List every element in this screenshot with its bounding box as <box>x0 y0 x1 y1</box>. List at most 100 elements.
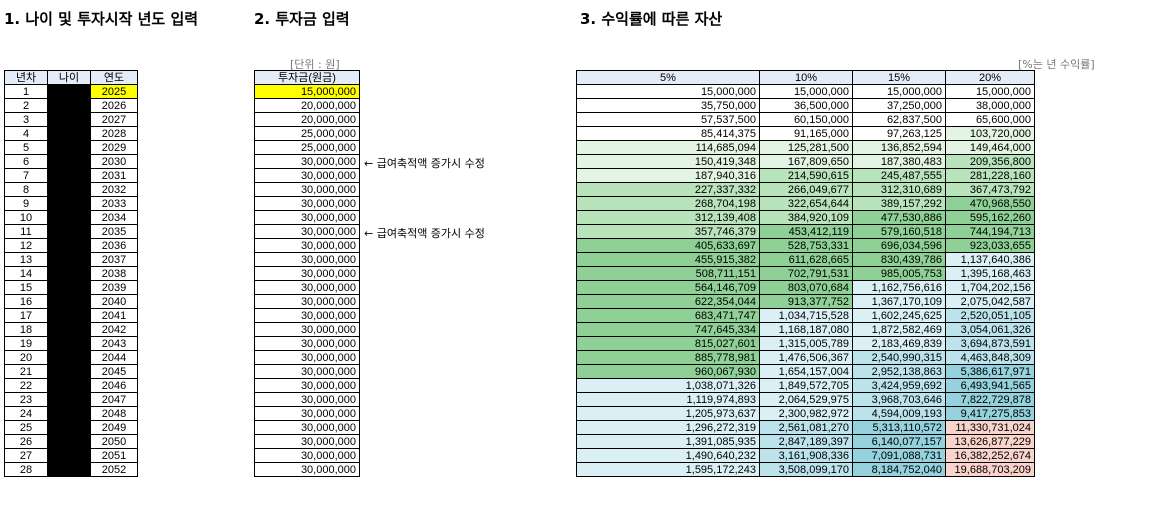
investment-cell[interactable]: 30,000,000 <box>254 168 360 183</box>
investment-cell[interactable]: 30,000,000 <box>254 448 360 463</box>
age-cell[interactable] <box>47 112 91 127</box>
year-cell[interactable]: 2038 <box>90 266 138 281</box>
year-cell[interactable]: 2034 <box>90 210 138 225</box>
year-count-cell[interactable]: 10 <box>4 210 48 225</box>
age-cell[interactable] <box>47 168 91 183</box>
age-cell[interactable] <box>47 308 91 323</box>
year-count-cell[interactable]: 20 <box>4 350 48 365</box>
year-cell[interactable]: 2026 <box>90 98 138 113</box>
year-cell[interactable]: 2037 <box>90 252 138 267</box>
year-count-cell[interactable]: 5 <box>4 140 48 155</box>
age-cell[interactable] <box>47 336 91 351</box>
year-count-cell[interactable]: 11 <box>4 224 48 239</box>
year-cell[interactable]: 2042 <box>90 322 138 337</box>
age-cell[interactable] <box>47 392 91 407</box>
investment-cell[interactable]: 30,000,000 <box>254 238 360 253</box>
investment-cell[interactable]: 30,000,000 <box>254 154 360 169</box>
year-count-cell[interactable]: 9 <box>4 196 48 211</box>
year-cell[interactable]: 2045 <box>90 364 138 379</box>
year-count-cell[interactable]: 7 <box>4 168 48 183</box>
year-count-cell[interactable]: 15 <box>4 280 48 295</box>
investment-cell[interactable]: 30,000,000 <box>254 182 360 197</box>
year-count-cell[interactable]: 23 <box>4 392 48 407</box>
year-count-cell[interactable]: 3 <box>4 112 48 127</box>
investment-cell[interactable]: 30,000,000 <box>254 266 360 281</box>
year-count-cell[interactable]: 21 <box>4 364 48 379</box>
investment-cell[interactable]: 30,000,000 <box>254 224 360 239</box>
investment-cell[interactable]: 30,000,000 <box>254 336 360 351</box>
year-cell[interactable]: 2027 <box>90 112 138 127</box>
year-count-cell[interactable]: 12 <box>4 238 48 253</box>
year-count-cell[interactable]: 27 <box>4 448 48 463</box>
investment-cell[interactable]: 30,000,000 <box>254 364 360 379</box>
age-cell[interactable] <box>47 434 91 449</box>
investment-cell[interactable]: 30,000,000 <box>254 210 360 225</box>
age-cell[interactable] <box>47 406 91 421</box>
age-cell[interactable] <box>47 280 91 295</box>
age-cell[interactable] <box>47 322 91 337</box>
year-cell[interactable]: 2039 <box>90 280 138 295</box>
year-count-cell[interactable]: 28 <box>4 462 48 477</box>
age-cell[interactable] <box>47 448 91 463</box>
year-cell[interactable]: 2031 <box>90 168 138 183</box>
year-cell[interactable]: 2047 <box>90 392 138 407</box>
year-cell[interactable]: 2028 <box>90 126 138 141</box>
age-cell[interactable] <box>47 252 91 267</box>
age-cell[interactable] <box>47 350 91 365</box>
investment-cell[interactable]: 30,000,000 <box>254 294 360 309</box>
investment-cell[interactable]: 20,000,000 <box>254 112 360 127</box>
age-cell[interactable] <box>47 238 91 253</box>
year-cell[interactable]: 2040 <box>90 294 138 309</box>
year-count-cell[interactable]: 26 <box>4 434 48 449</box>
year-count-cell[interactable]: 24 <box>4 406 48 421</box>
age-cell[interactable] <box>47 196 91 211</box>
year-cell[interactable]: 2046 <box>90 378 138 393</box>
age-cell[interactable] <box>47 182 91 197</box>
investment-cell[interactable]: 30,000,000 <box>254 406 360 421</box>
investment-cell[interactable]: 30,000,000 <box>254 196 360 211</box>
age-cell[interactable] <box>47 126 91 141</box>
age-cell[interactable] <box>47 420 91 435</box>
year-count-cell[interactable]: 6 <box>4 154 48 169</box>
investment-cell[interactable]: 30,000,000 <box>254 322 360 337</box>
year-count-cell[interactable]: 16 <box>4 294 48 309</box>
year-cell[interactable]: 2035 <box>90 224 138 239</box>
year-cell[interactable]: 2043 <box>90 336 138 351</box>
age-cell[interactable] <box>47 364 91 379</box>
year-cell[interactable]: 2036 <box>90 238 138 253</box>
investment-cell[interactable]: 30,000,000 <box>254 420 360 435</box>
investment-cell[interactable]: 25,000,000 <box>254 126 360 141</box>
age-cell[interactable] <box>47 266 91 281</box>
investment-cell[interactable]: 30,000,000 <box>254 434 360 449</box>
year-cell[interactable]: 2033 <box>90 196 138 211</box>
investment-cell[interactable]: 30,000,000 <box>254 350 360 365</box>
age-cell[interactable] <box>47 224 91 239</box>
year-cell[interactable]: 2030 <box>90 154 138 169</box>
year-count-cell[interactable]: 8 <box>4 182 48 197</box>
investment-cell[interactable]: 20,000,000 <box>254 98 360 113</box>
year-cell[interactable]: 2051 <box>90 448 138 463</box>
year-count-cell[interactable]: 14 <box>4 266 48 281</box>
investment-cell[interactable]: 30,000,000 <box>254 392 360 407</box>
year-count-cell[interactable]: 25 <box>4 420 48 435</box>
age-cell[interactable] <box>47 154 91 169</box>
age-cell[interactable] <box>47 84 91 99</box>
investment-cell[interactable]: 15,000,000 <box>254 84 360 99</box>
age-cell[interactable] <box>47 210 91 225</box>
year-count-cell[interactable]: 2 <box>4 98 48 113</box>
year-count-cell[interactable]: 4 <box>4 126 48 141</box>
investment-cell[interactable]: 30,000,000 <box>254 308 360 323</box>
year-count-cell[interactable]: 13 <box>4 252 48 267</box>
age-cell[interactable] <box>47 98 91 113</box>
age-cell[interactable] <box>47 378 91 393</box>
year-count-cell[interactable]: 22 <box>4 378 48 393</box>
year-cell[interactable]: 2052 <box>90 462 138 477</box>
year-count-cell[interactable]: 18 <box>4 322 48 337</box>
investment-cell[interactable]: 30,000,000 <box>254 462 360 477</box>
year-cell[interactable]: 2025 <box>90 84 138 99</box>
year-cell[interactable]: 2048 <box>90 406 138 421</box>
age-cell[interactable] <box>47 140 91 155</box>
investment-cell[interactable]: 25,000,000 <box>254 140 360 155</box>
year-count-cell[interactable]: 19 <box>4 336 48 351</box>
investment-cell[interactable]: 30,000,000 <box>254 280 360 295</box>
